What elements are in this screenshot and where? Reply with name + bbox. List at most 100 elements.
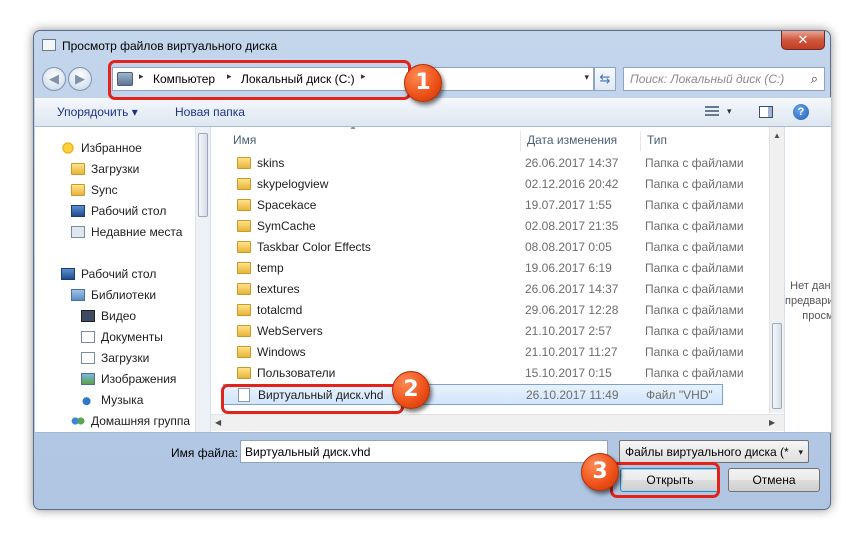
sidebar-item-label: Загрузки: [101, 351, 150, 365]
file-type: Папка с файлами: [645, 240, 744, 254]
file-list-vertical-scrollbar[interactable]: ▲: [769, 127, 784, 413]
sidebar-item-lib-downloads[interactable]: Загрузки: [81, 351, 149, 371]
file-type: Папка с файлами: [645, 177, 744, 191]
file-date: 19.06.2017 6:19: [525, 261, 612, 275]
close-button[interactable]: ✕: [781, 31, 825, 50]
file-date: 21.10.2017 11:27: [525, 345, 618, 359]
refresh-button[interactable]: ⇆: [594, 67, 616, 91]
views-dropdown-icon[interactable]: ▾: [727, 106, 732, 117]
window-title: Просмотр файлов виртуального диска: [62, 39, 278, 53]
window-icon: [42, 39, 56, 51]
file-row[interactable]: temp 19.06.2017 6:19 Папка с файлами: [223, 258, 744, 279]
video-icon: [81, 310, 95, 322]
search-input[interactable]: Поиск: Локальный диск (C:) ⌕: [623, 67, 825, 91]
scroll-right-icon[interactable]: ▶: [769, 418, 775, 427]
file-name: Windows: [257, 345, 306, 359]
file-row[interactable]: Taskbar Color Effects 08.08.2017 0:05 Папк…: [223, 237, 744, 258]
file-name: SymCache: [257, 219, 316, 233]
sidebar-item-label: Загрузки: [91, 162, 140, 176]
file-row[interactable]: SymCache 02.08.2017 21:35 Папка с файлами: [223, 216, 744, 237]
desktop-icon: [61, 268, 75, 280]
star-icon: [61, 142, 75, 154]
filename-input[interactable]: Виртуальный диск.vhd: [240, 440, 608, 463]
file-name: Пользователи: [257, 366, 336, 380]
file-row[interactable]: skins 26.06.2017 14:37 Папка с файлами: [223, 153, 744, 174]
file-type: Папка с файлами: [645, 156, 744, 170]
sidebar-item-label: Видео: [101, 309, 137, 323]
sidebar-item-documents[interactable]: Документы: [81, 330, 163, 350]
file-date: 26.10.2017 11:49: [526, 388, 619, 402]
annotation-badge-1: 1: [404, 64, 442, 102]
column-divider[interactable]: [640, 131, 641, 151]
sidebar-item-video[interactable]: Видео: [81, 309, 136, 329]
file-row[interactable]: WebServers 21.10.2017 2:57 Папка с файлами: [223, 321, 744, 342]
file-type: Папка с файлами: [645, 261, 744, 275]
scroll-left-icon[interactable]: ◀: [215, 418, 221, 427]
sidebar-item-label: Музыка: [101, 393, 144, 407]
help-icon[interactable]: ?: [793, 104, 809, 120]
file-list-scroll-thumb[interactable]: [772, 323, 782, 409]
file-name: skins: [257, 156, 285, 170]
command-bar: Упорядочить ▾ Новая папка ▾ ?: [35, 97, 831, 127]
sidebar-item-sync[interactable]: Sync: [71, 183, 118, 203]
sidebar-item-desktop[interactable]: Рабочий стол: [71, 204, 166, 224]
sidebar-item-libraries[interactable]: Библиотеки: [71, 288, 156, 308]
search-placeholder: Поиск: Локальный диск (C:): [630, 72, 785, 86]
scroll-up-icon[interactable]: ▲: [773, 131, 781, 140]
file-row[interactable]: Spacekace 19.07.2017 1:55 Папка с файлами: [223, 195, 744, 216]
navigation-pane: Избранное Загрузки Sync Рабочий стол Нед…: [35, 127, 211, 432]
sort-ascending-icon: ▲: [349, 127, 357, 131]
search-icon[interactable]: ⌕: [811, 71, 818, 87]
back-button[interactable]: ◀: [42, 67, 66, 91]
address-dropdown-icon[interactable]: ▾: [584, 72, 589, 83]
column-divider[interactable]: [520, 131, 521, 151]
preview-pane: Нет данных для предварительного просмотр…: [784, 127, 831, 432]
sidebar-item-favorites[interactable]: Избранное: [61, 141, 142, 161]
file-row[interactable]: skypelogview 02.12.2016 20:42 Папка с файл…: [223, 174, 744, 195]
sidebar-item-label: Документы: [101, 330, 163, 344]
sidebar-item-label: Изображения: [101, 372, 177, 386]
folder-icon: [237, 367, 251, 379]
desktop-icon: [71, 205, 85, 217]
title-bar: Просмотр файлов виртуального диска ✕: [34, 31, 830, 61]
folder-icon: [237, 262, 251, 274]
sidebar-item-homegroup[interactable]: Домашняя группа: [71, 414, 190, 432]
sidebar-item-recent-places[interactable]: Недавние места: [71, 225, 182, 245]
annotation-box-address: [108, 60, 411, 100]
sidebar-item-label: Домашняя группа: [91, 414, 191, 428]
sidebar-scroll-thumb[interactable]: [198, 133, 208, 217]
documents-icon: [81, 331, 95, 343]
downloads-icon: [81, 352, 95, 364]
file-name: textures: [257, 282, 300, 296]
annotation-badge-3: 3: [581, 453, 619, 491]
file-date: 02.12.2016 20:42: [525, 177, 619, 191]
sidebar-scrollbar[interactable]: [195, 127, 210, 432]
views-icon[interactable]: [705, 106, 719, 118]
file-date: 26.06.2017 14:37: [525, 156, 619, 170]
libraries-icon: [71, 289, 85, 301]
folder-icon: [237, 325, 251, 337]
sidebar-item-label: Библиотеки: [91, 288, 157, 302]
file-type: Папка с файлами: [645, 345, 744, 359]
forward-button[interactable]: ▶: [68, 67, 92, 91]
file-type: Папка с файлами: [645, 324, 744, 338]
file-list-horizontal-scrollbar[interactable]: ◀ ▶: [211, 414, 784, 431]
preview-pane-icon[interactable]: [759, 106, 773, 118]
sidebar-item-desktop-root[interactable]: Рабочий стол: [61, 267, 156, 287]
cancel-button[interactable]: Отмена: [728, 468, 820, 492]
file-date: 26.06.2017 14:37: [525, 282, 619, 296]
folder-icon: [237, 157, 251, 169]
organize-menu[interactable]: Упорядочить ▾: [57, 105, 138, 119]
filetype-select[interactable]: Файлы виртуального диска (* ▾: [619, 440, 809, 463]
file-row[interactable]: textures 26.06.2017 14:37 Папка с файлами: [223, 279, 744, 300]
new-folder-button[interactable]: Новая папка: [175, 105, 245, 119]
file-row[interactable]: Windows 21.10.2017 11:27 Папка с файлами: [223, 342, 744, 363]
file-dialog-window: Просмотр файлов виртуального диска ✕ ◀ ▶…: [33, 30, 831, 510]
sidebar-item-music[interactable]: Музыка: [81, 393, 143, 413]
sidebar-item-downloads[interactable]: Загрузки: [71, 162, 139, 182]
file-row[interactable]: Пользователи 15.10.2017 0:15 Папка с файла…: [223, 363, 744, 384]
file-type: Папка с файлами: [645, 219, 744, 233]
content-area: Избранное Загрузки Sync Рабочий стол Нед…: [35, 127, 831, 433]
sidebar-item-pictures[interactable]: Изображения: [81, 372, 176, 392]
file-row[interactable]: totalcmd 29.06.2017 12:28 Папка с файлами: [223, 300, 744, 321]
